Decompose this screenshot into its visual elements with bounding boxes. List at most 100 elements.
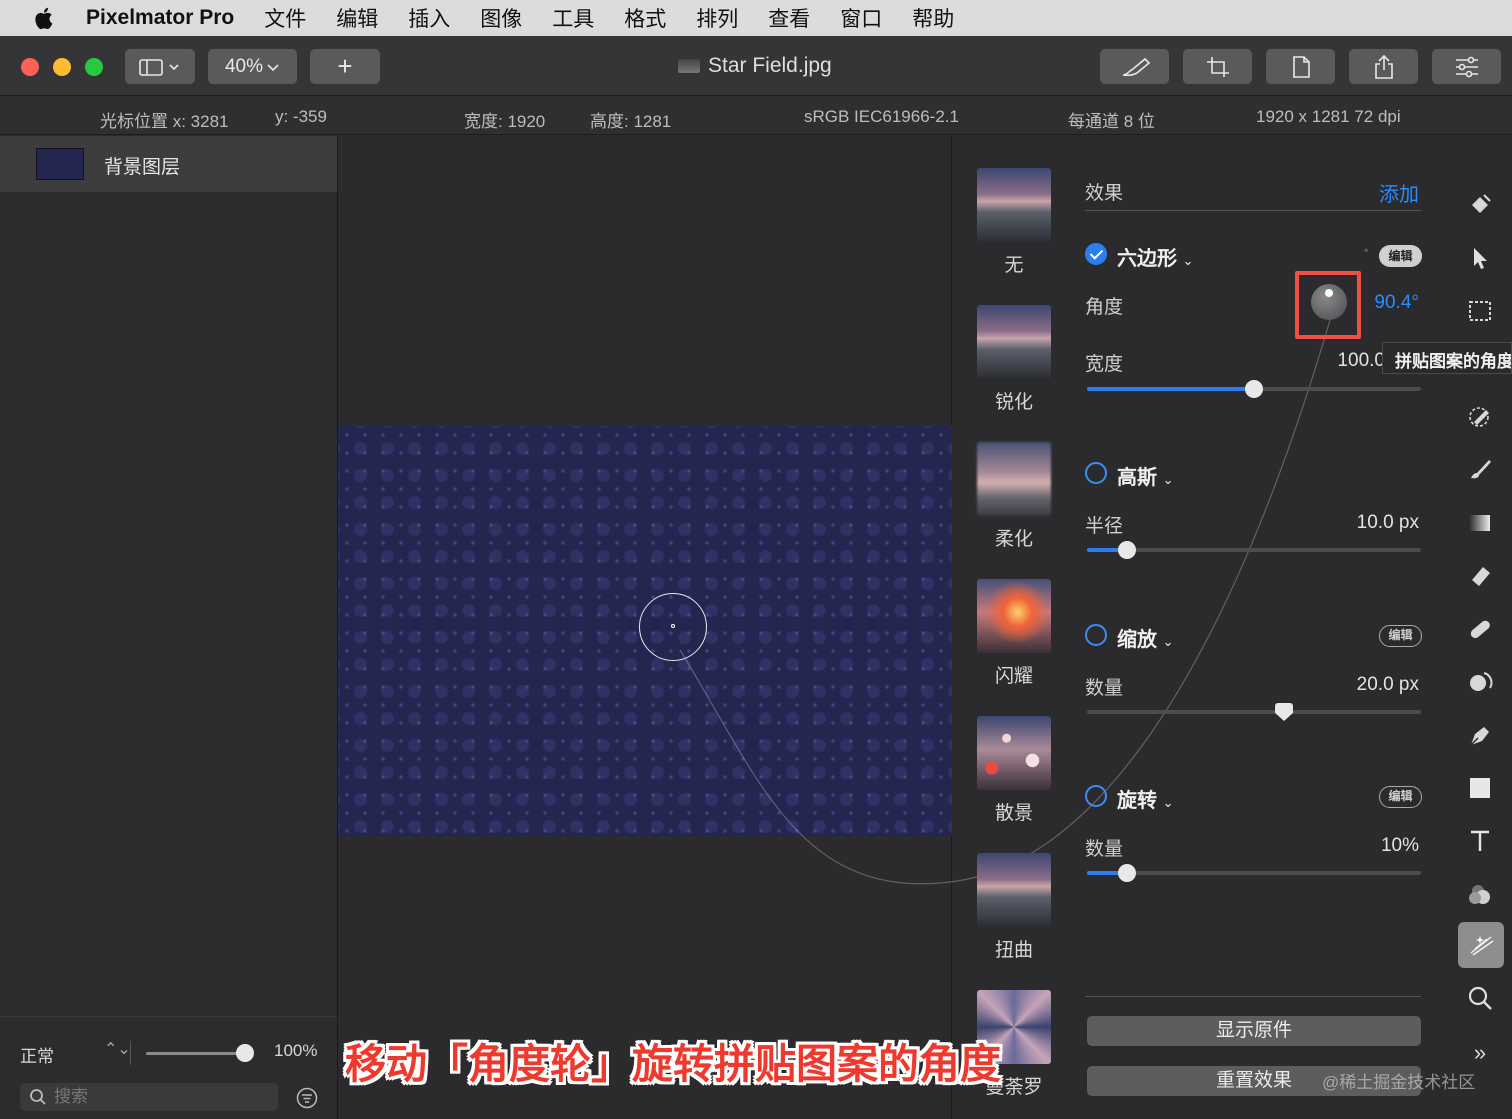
pen-tool[interactable]	[1463, 718, 1497, 752]
spin-amount-value[interactable]: 10%	[1381, 835, 1419, 857]
opacity-slider[interactable]	[146, 1052, 246, 1055]
filter-icon[interactable]	[296, 1087, 318, 1109]
color-adjust-tool[interactable]	[1463, 399, 1497, 433]
effect-presets: 无 锐化 柔化 闪耀 散景 扭曲 曼荼罗	[953, 136, 1075, 1119]
zoom-level: 40%	[224, 55, 264, 77]
layer-search-box[interactable]	[20, 1083, 278, 1111]
preset-none[interactable]: 无	[977, 168, 1051, 277]
radius-slider-knob[interactable]	[1118, 541, 1137, 559]
sidebar-toggle-button[interactable]	[125, 49, 195, 84]
paint-tool-button[interactable]	[1100, 49, 1169, 84]
zoom-amount-slider-knob[interactable]	[1275, 703, 1294, 721]
hexagon-enable-checkbox[interactable]	[1085, 243, 1107, 265]
distort-circles-icon	[1470, 672, 1493, 691]
zoom-edit-button[interactable]: 编辑	[1379, 625, 1422, 647]
preset-label: 柔化	[994, 529, 1033, 550]
zoom-amount-value[interactable]: 20.0 px	[1357, 674, 1419, 696]
width-slider-knob[interactable]	[1245, 380, 1263, 398]
crop-button[interactable]	[1183, 49, 1252, 84]
menu-format[interactable]: 格式	[624, 3, 666, 33]
radius-slider[interactable]	[1087, 541, 1421, 559]
apple-logo-icon[interactable]	[34, 6, 56, 30]
adjustments-button[interactable]	[1432, 49, 1501, 84]
style-tool[interactable]	[1463, 188, 1497, 222]
preset-sharpen[interactable]: 锐化	[977, 305, 1051, 414]
menu-image[interactable]: 图像	[480, 3, 522, 33]
spin-amount-slider[interactable]	[1087, 864, 1421, 882]
preset-soften[interactable]: 柔化	[977, 442, 1051, 551]
crop-icon	[1206, 56, 1229, 77]
paint-tool[interactable]	[1463, 452, 1497, 486]
menu-view[interactable]: 查看	[768, 3, 810, 33]
zoom-amount-slider[interactable]	[1087, 703, 1421, 721]
close-window-button[interactable]	[21, 58, 39, 76]
eraser-icon	[1472, 567, 1490, 586]
bokeh-thumbnail-icon	[977, 716, 1051, 790]
spin-edit-button[interactable]: 编辑	[1379, 786, 1422, 808]
erase-tool[interactable]	[1463, 559, 1497, 593]
zoom-tool[interactable]	[1463, 981, 1497, 1015]
arrange-tool[interactable]	[1463, 241, 1497, 275]
angle-value[interactable]: 90.4°	[1374, 292, 1419, 314]
selection-tool[interactable]	[1463, 294, 1497, 328]
width-value[interactable]: 100.0	[1337, 350, 1385, 372]
preset-label: 闪耀	[994, 666, 1033, 687]
spin-enable-checkbox[interactable]	[1085, 785, 1107, 807]
color-tool[interactable]	[1463, 877, 1497, 911]
app-name-menu[interactable]: Pixelmator Pro	[86, 6, 234, 30]
spin-amount-slider-knob[interactable]	[1118, 864, 1137, 882]
spin-effect-name[interactable]: 旋转 ⌄	[1117, 784, 1173, 813]
show-original-button[interactable]: 显示原件	[1087, 1016, 1421, 1046]
gaussian-effect-name[interactable]: 高斯 ⌄	[1117, 461, 1173, 490]
add-effect-button[interactable]: 添加	[1379, 178, 1419, 207]
menu-help[interactable]: 帮助	[912, 3, 954, 33]
zoom-enable-checkbox[interactable]	[1085, 624, 1107, 646]
menu-edit[interactable]: 编辑	[336, 3, 378, 33]
zoom-window-button[interactable]	[85, 58, 103, 76]
menu-window[interactable]: 窗口	[840, 3, 882, 33]
preset-label: 散景	[994, 803, 1033, 824]
zoom-dropdown[interactable]: 40%	[208, 49, 297, 84]
share-button[interactable]	[1349, 49, 1418, 84]
radius-value[interactable]: 10.0 px	[1357, 512, 1419, 534]
layer-search-input[interactable]	[54, 1086, 264, 1108]
color-profile-readout: sRGB IEC61966-2.1	[804, 107, 959, 126]
type-tool[interactable]	[1463, 824, 1497, 858]
updown-chevron-icon[interactable]: ⌃⌄	[104, 1039, 131, 1059]
format-button[interactable]	[1266, 49, 1335, 84]
menu-tools[interactable]: 工具	[552, 3, 594, 33]
canvas-area[interactable]	[338, 136, 952, 1119]
blend-mode-select[interactable]: 正常	[20, 1042, 54, 1067]
more-tools-button[interactable]: »	[1463, 1036, 1497, 1070]
spin-amount-label: 数量	[1085, 839, 1124, 860]
bandage-icon	[1470, 620, 1490, 639]
menu-insert[interactable]: 插入	[408, 3, 450, 33]
hexagon-effect-name[interactable]: 六边形 ⌄	[1117, 242, 1193, 271]
effect-center-handle[interactable]	[639, 593, 707, 661]
hexagon-edit-button[interactable]: 编辑	[1379, 245, 1422, 267]
menu-arrange[interactable]: 排列	[696, 3, 738, 33]
layer-row[interactable]: 背景图层	[0, 136, 337, 192]
zoom-effect-name[interactable]: 缩放 ⌄	[1117, 623, 1173, 652]
paint-bucket-icon	[1472, 194, 1491, 213]
share-icon	[1374, 54, 1393, 79]
retouch-tool[interactable]	[1463, 612, 1497, 646]
menu-bar: Pixelmator Pro 文件 编辑 插入 图像 工具 格式 排列 查看 窗…	[0, 0, 1512, 36]
preset-bokeh[interactable]: 散景	[977, 716, 1051, 825]
sidebar-icon	[139, 58, 179, 76]
shape-tool[interactable]	[1463, 771, 1497, 805]
opacity-slider-knob[interactable]	[236, 1044, 254, 1062]
effects-tool[interactable]	[1458, 922, 1504, 968]
preset-glow[interactable]: 闪耀	[977, 579, 1051, 688]
width-slider[interactable]	[1087, 380, 1421, 398]
angle-label: 角度	[1085, 297, 1124, 318]
add-button[interactable]: +	[310, 49, 380, 84]
menu-file[interactable]: 文件	[264, 3, 306, 33]
minimize-window-button[interactable]	[53, 58, 71, 76]
preset-distort[interactable]: 扭曲	[977, 853, 1051, 962]
dimensions-readout: 1920 x 1281 72 dpi	[1256, 107, 1401, 126]
gaussian-enable-checkbox[interactable]	[1085, 462, 1107, 484]
effects-settings-panel: 效果 添加 六边形 ⌄ ◦ 编辑 角度 90.4° 宽度 100.0 高斯 ⌄ …	[1075, 136, 1447, 1119]
distort-tool[interactable]	[1463, 665, 1497, 699]
gradient-tool[interactable]	[1463, 506, 1497, 540]
